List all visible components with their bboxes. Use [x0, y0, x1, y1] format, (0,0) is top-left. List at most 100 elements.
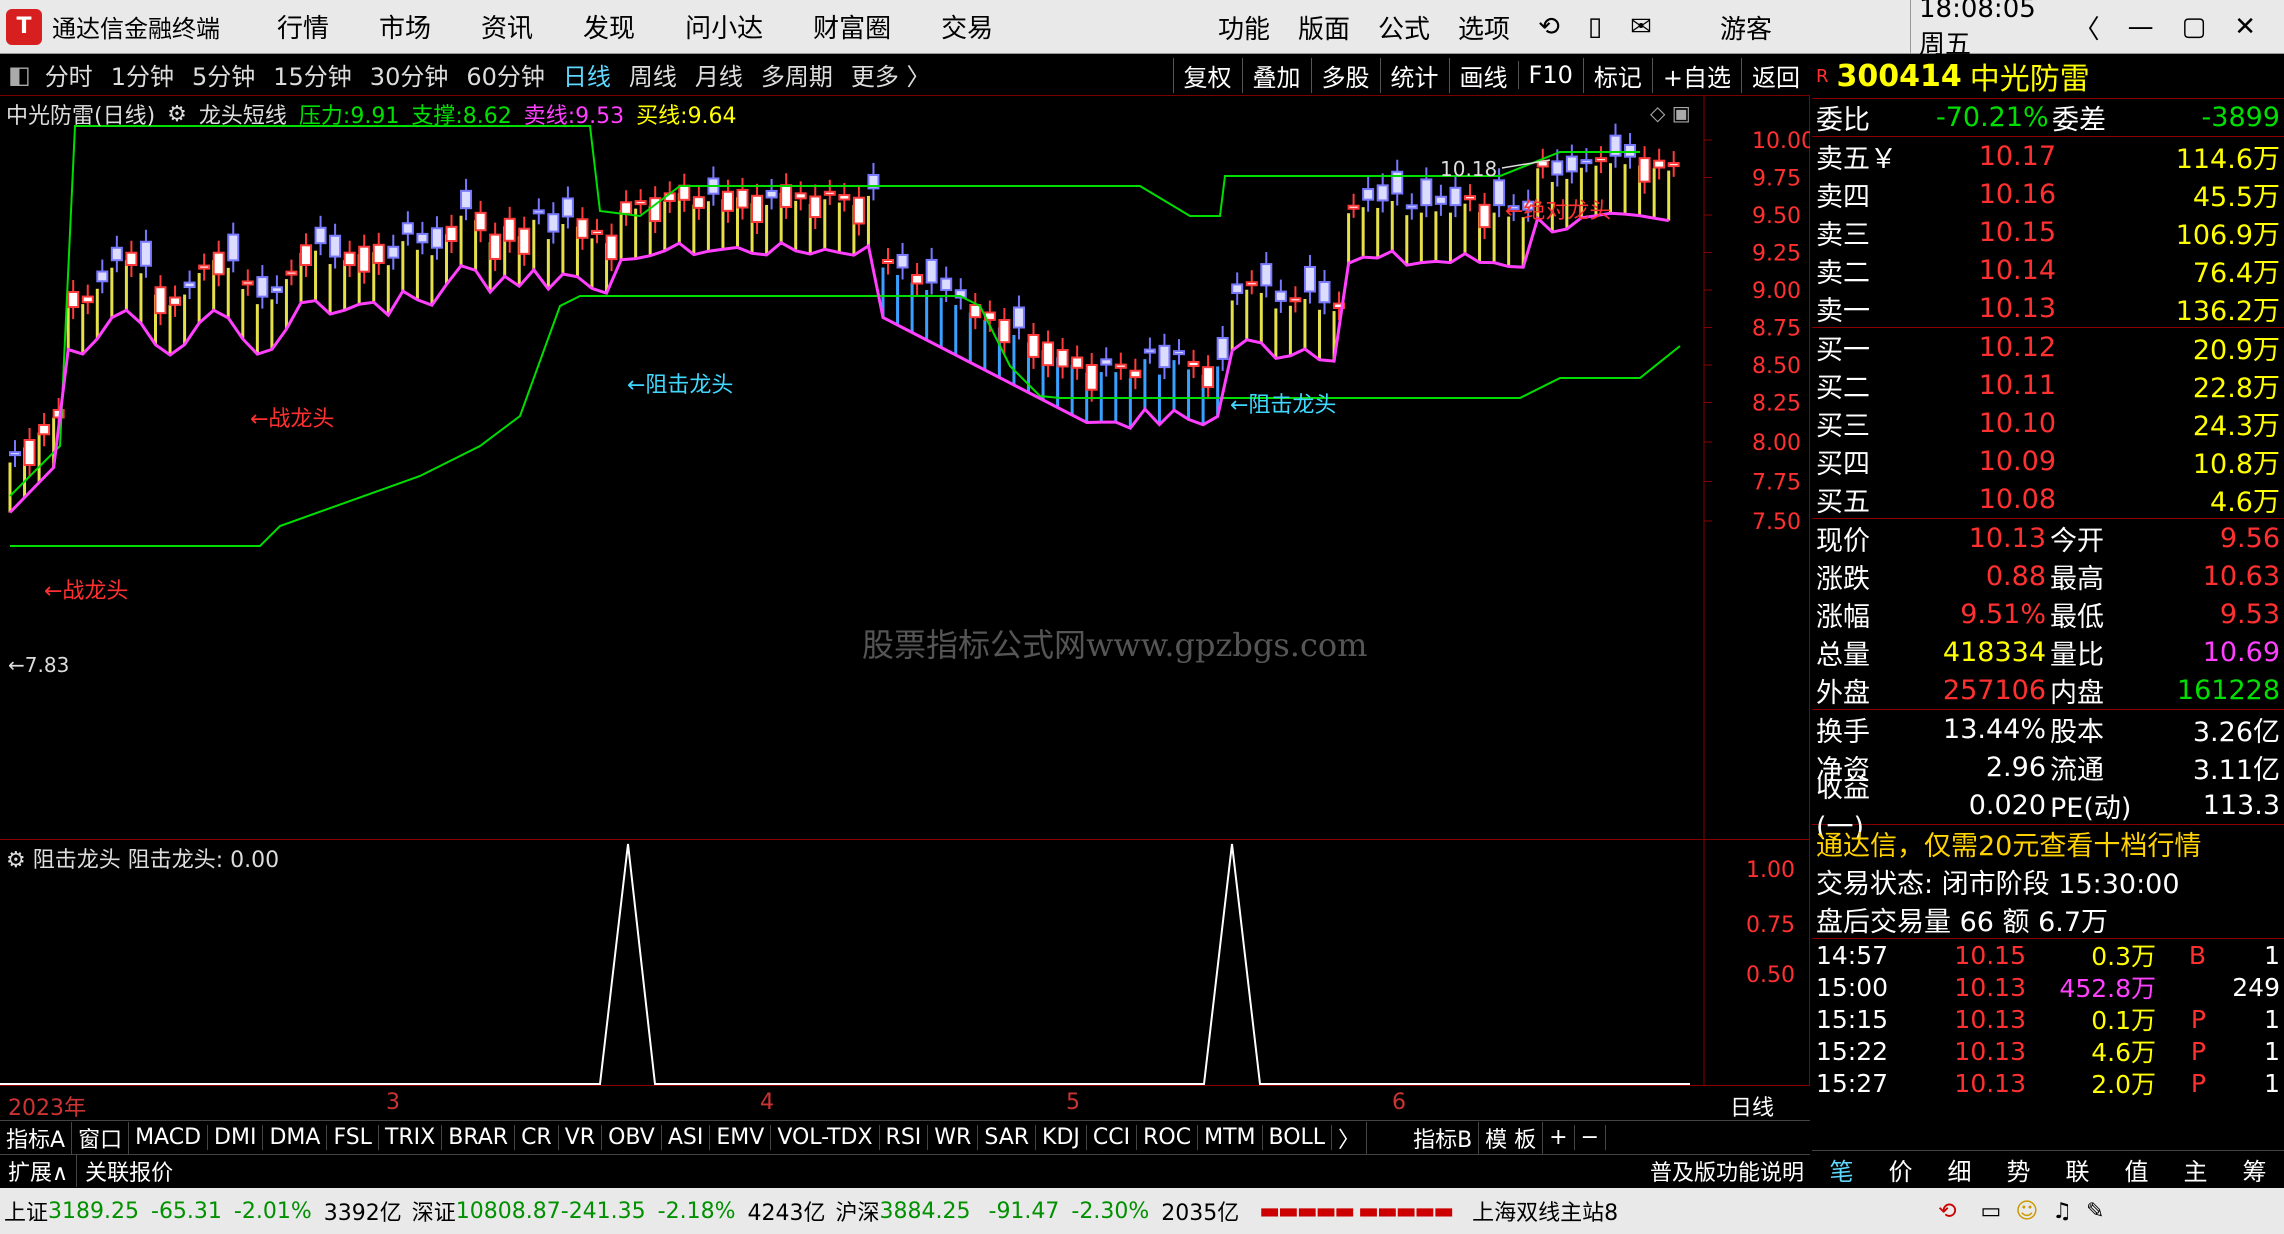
indicator-tab-24[interactable]: 模 板 [1479, 1121, 1544, 1154]
formula-gear-icon[interactable]: ⚙ [167, 102, 187, 127]
indicator-tab-6[interactable]: TRIX [379, 1125, 443, 1150]
menu-faxian[interactable]: 发现 [583, 8, 635, 45]
formula-name[interactable]: 龙头短线 [199, 98, 287, 130]
minimize-icon[interactable]: — [2128, 12, 2154, 42]
tool-fuquan[interactable]: 复权 [1172, 57, 1242, 93]
phone-icon[interactable]: ▯ [1588, 12, 1602, 42]
menu-shichang[interactable]: 市场 [379, 8, 431, 45]
expand-button[interactable]: 扩展∧ [0, 1155, 76, 1187]
hs-label[interactable]: 沪深 [836, 1195, 880, 1227]
tab-fenshi[interactable]: 分时 [45, 57, 93, 92]
menu-hangqing[interactable]: 行情 [277, 8, 329, 45]
yaxis-label: 8.25 [1752, 392, 1801, 417]
indicator-tab-12[interactable]: EMV [710, 1125, 772, 1150]
sub-indicator-chart[interactable]: 1.00 0.75 0.50 [0, 840, 1810, 1085]
tab-more[interactable]: 更多 〉 [851, 57, 931, 92]
refresh-icon[interactable]: ⟲ [1538, 12, 1560, 42]
menu-jiaoyi[interactable]: 交易 [941, 8, 993, 45]
indicator-tab-9[interactable]: VR [559, 1125, 603, 1150]
sync-icon[interactable]: ⟲ [1938, 1199, 1956, 1224]
indicator-tab-14[interactable]: RSI [880, 1125, 929, 1150]
tab-5min[interactable]: 5分钟 [192, 57, 255, 92]
tool-duogu[interactable]: 多股 [1310, 57, 1380, 93]
mail-icon[interactable]: ✉ [1630, 12, 1652, 42]
headset-icon[interactable]: ♫ [2052, 1199, 2072, 1224]
fund-row: 换手 13.44% 股本 3.26亿 [1812, 710, 2284, 748]
indicator-tab-0[interactable]: 指标A [0, 1121, 73, 1154]
sz-label[interactable]: 深证 [412, 1195, 456, 1227]
menu-gongneng[interactable]: 功能 [1218, 9, 1270, 46]
tab-monthly[interactable]: 月线 [695, 57, 743, 92]
promo-banner[interactable]: 通达信，仅需20元查看十档行情 [1812, 824, 2284, 862]
side-nav-7[interactable]: 筹 [2243, 1152, 2267, 1187]
maximize-icon[interactable]: ▢ [2182, 12, 2207, 42]
menu-xuanxiang[interactable]: 选项 [1458, 9, 1510, 46]
menu-wenxiaoda[interactable]: 问小达 [685, 8, 763, 45]
side-nav-2[interactable]: 细 [1948, 1152, 1972, 1187]
indicator-tab-20[interactable]: MTM [1198, 1125, 1263, 1150]
tool-biaoji[interactable]: 标记 [1582, 57, 1652, 93]
sub-gear-icon[interactable]: ⚙ [6, 848, 26, 873]
indicator-tab-8[interactable]: CR [515, 1125, 559, 1150]
tab-daily[interactable]: 日线 [563, 57, 611, 92]
back-arrow-icon[interactable]: 〈 [2074, 9, 2100, 46]
indicator-tab-17[interactable]: KDJ [1036, 1125, 1087, 1150]
tab-1min[interactable]: 1分钟 [111, 57, 174, 92]
tab-multi-period[interactable]: 多周期 [761, 57, 833, 92]
menu-caifuquan[interactable]: 财富圈 [813, 8, 891, 45]
tool-huaxian[interactable]: 画线 [1448, 57, 1518, 93]
indicator-tab-15[interactable]: WR [928, 1125, 979, 1150]
smile-icon[interactable]: ☺ [2015, 1199, 2038, 1224]
asks-label: 卖一 [1816, 295, 1870, 327]
menu-banmian[interactable]: 版面 [1298, 9, 1350, 46]
expand-icon[interactable]: ◇ ▣ [1650, 101, 1691, 125]
sidebar-toggle-icon[interactable]: ◧ [8, 61, 31, 89]
tool-tongji[interactable]: 统计 [1379, 57, 1449, 93]
indicator-tab-18[interactable]: CCI [1087, 1125, 1138, 1150]
menu-gongshi[interactable]: 公式 [1378, 9, 1430, 46]
server-name[interactable]: 上海双线主站8 [1472, 1195, 1618, 1227]
indicator-tab-25[interactable]: + [1543, 1125, 1575, 1150]
tab-30min[interactable]: 30分钟 [370, 57, 449, 92]
indicator-tab-11[interactable]: ASI [662, 1125, 711, 1150]
indicator-tab-4[interactable]: DMA [263, 1125, 328, 1150]
tab-60min[interactable]: 60分钟 [466, 57, 545, 92]
related-quote-button[interactable]: 关联报价 [76, 1154, 181, 1187]
sub-indicator-name[interactable]: 阻击龙头 [33, 848, 121, 873]
sh-label[interactable]: 上证 [4, 1195, 48, 1227]
indicator-tab-3[interactable]: DMI [208, 1125, 264, 1150]
menu-zixun[interactable]: 资讯 [481, 8, 533, 45]
indicator-tab-13[interactable]: VOL-TDX [771, 1125, 880, 1150]
indicator-tab-16[interactable]: SAR [978, 1125, 1037, 1150]
indicator-tab-21[interactable]: BOLL [1263, 1125, 1333, 1150]
tool-zixuan[interactable]: +自选 [1651, 57, 1741, 93]
tab-15min[interactable]: 15分钟 [273, 57, 352, 92]
indicator-tab-23[interactable]: 指标B [1407, 1121, 1480, 1154]
indicator-tab-10[interactable]: OBV [602, 1125, 662, 1150]
indicator-tab-22[interactable]: 〉 [1332, 1121, 1368, 1154]
indicator-tab-26[interactable]: − [1575, 1125, 1607, 1150]
indicator-tab-2[interactable]: MACD [129, 1125, 209, 1150]
window-icon[interactable]: ▭ [1981, 1199, 2002, 1224]
sub-chart-area[interactable]: 1.00 0.75 0.50 [0, 840, 1810, 1085]
main-chart-area[interactable]: 10.00 9.75 9.50 9.25 9.00 8.75 8.50 8.25 8.00 7.7… [0, 96, 1815, 840]
close-icon[interactable]: ✕ [2234, 12, 2256, 42]
tab-weekly[interactable]: 周线 [629, 57, 677, 92]
chat-icon[interactable]: ✎ [2086, 1199, 2104, 1224]
indicator-tab-19[interactable]: ROC [1137, 1125, 1199, 1150]
side-nav-6[interactable]: 主 [2184, 1152, 2208, 1187]
indicator-tab-5[interactable]: FSL [327, 1125, 379, 1150]
tool-fanhui[interactable]: 返回 [1741, 57, 1810, 93]
help-link[interactable]: 普及版功能说明 [1650, 1155, 1804, 1187]
side-nav-1[interactable]: 价 [1889, 1152, 1913, 1187]
side-nav-3[interactable]: 势 [2007, 1152, 2031, 1187]
indicator-tab-1[interactable]: 窗口 [72, 1121, 130, 1154]
tool-f10[interactable]: F10 [1517, 61, 1583, 89]
tool-diejia[interactable]: 叠加 [1241, 57, 1311, 93]
kline-chart[interactable]: 10.00 9.75 9.50 9.25 9.00 8.75 8.50 8.25 8.00 7.7… [0, 96, 1815, 840]
indicator-tab-7[interactable]: BRAR [442, 1125, 516, 1150]
side-nav-4[interactable]: 联 [2066, 1152, 2090, 1187]
side-nav-5[interactable]: 值 [2125, 1152, 2149, 1187]
user-label[interactable]: 游客 [1720, 9, 1772, 46]
side-nav-0[interactable]: 笔 [1830, 1152, 1854, 1187]
